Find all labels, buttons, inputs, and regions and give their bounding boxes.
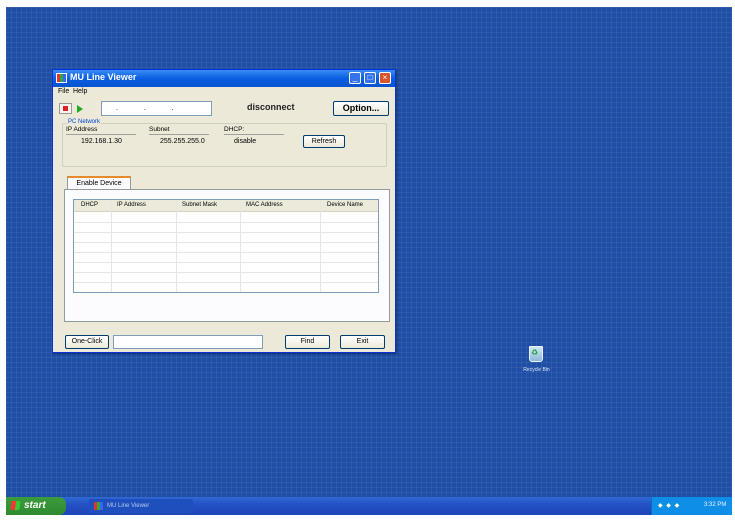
one-click-button[interactable]: One-Click: [65, 335, 109, 349]
title-bar[interactable]: MU Line Viewer _ □ ×: [53, 70, 395, 87]
pc-network-legend: PC Network: [67, 119, 102, 125]
find-button[interactable]: Find: [285, 335, 330, 349]
app-window: MU Line Viewer _ □ × File Help . . . dis…: [52, 69, 396, 353]
app-icon: [94, 502, 103, 510]
subnet-value: 255.255.255.0: [160, 138, 205, 145]
column-divider: [111, 200, 112, 292]
window-title: MU Line Viewer: [70, 72, 137, 82]
maximize-button[interactable]: □: [364, 72, 376, 84]
taskbar-item[interactable]: MU Line Viewer: [89, 499, 193, 513]
system-tray: ◆ ◆ ◆ 3:32 PM: [651, 497, 732, 515]
column-divider: [240, 200, 241, 292]
column-header-mac-address[interactable]: MAC Address: [246, 202, 283, 208]
taskbar: start MU Line Viewer ◆ ◆ ◆ 3:32 PM: [6, 497, 732, 515]
ip-address-label: IP Address: [66, 126, 98, 133]
minimize-button[interactable]: _: [349, 72, 361, 84]
dhcp-label: DHCP:: [224, 126, 245, 133]
dhcp-value: disable: [234, 138, 257, 145]
menu-file[interactable]: File: [58, 88, 69, 95]
one-click-input[interactable]: [113, 335, 263, 349]
menu-bar: File Help: [53, 87, 395, 98]
recycle-bin-icon[interactable]: [527, 344, 543, 362]
tray-icons[interactable]: ◆ ◆ ◆: [658, 502, 680, 509]
table-header: DHCP IP Address Subnet Mask MAC Address …: [74, 200, 378, 212]
ip-address-value: 192.168.1.30: [81, 138, 122, 145]
exit-button[interactable]: Exit: [340, 335, 385, 349]
toolbar: . . . disconnect Option...: [57, 100, 393, 118]
row-divider: [74, 242, 378, 243]
tab-panel: DHCP IP Address Subnet Mask MAC Address …: [64, 189, 390, 322]
pc-network-group: PC Network IP Address 192.168.1.30 Subne…: [62, 119, 387, 167]
column-divider: [320, 200, 321, 292]
row-divider: [74, 272, 378, 273]
column-header-device-name[interactable]: Device Name: [327, 202, 363, 208]
recycle-bin-label[interactable]: Recycle Bin: [509, 367, 564, 373]
divider: [224, 134, 284, 135]
menu-help[interactable]: Help: [73, 88, 87, 95]
desktop: MU Line Viewer _ □ × File Help . . . dis…: [6, 7, 732, 515]
taskbar-item-label: MU Line Viewer: [107, 503, 150, 509]
column-divider: [176, 200, 177, 292]
subnet-label: Subnet: [149, 126, 170, 133]
row-divider: [74, 262, 378, 263]
start-button[interactable]: start: [6, 497, 66, 515]
stop-icon[interactable]: [59, 103, 72, 114]
app-icon: [56, 73, 67, 83]
close-button[interactable]: ×: [379, 72, 391, 84]
row-divider: [74, 252, 378, 253]
option-button[interactable]: Option...: [333, 101, 389, 116]
divider: [149, 134, 209, 135]
column-header-subnet-mask[interactable]: Subnet Mask: [182, 202, 217, 208]
row-divider: [74, 282, 378, 283]
play-icon[interactable]: [74, 103, 87, 114]
row-divider: [74, 222, 378, 223]
ip-address-input[interactable]: . . .: [101, 101, 212, 116]
clock[interactable]: 3:32 PM: [704, 502, 726, 508]
refresh-button[interactable]: Refresh: [303, 135, 345, 148]
connection-status: disconnect: [247, 102, 295, 112]
device-table[interactable]: DHCP IP Address Subnet Mask MAC Address …: [73, 199, 379, 293]
divider: [66, 134, 136, 135]
tab-enable-device[interactable]: Enable Device: [67, 176, 131, 190]
column-header-dhcp[interactable]: DHCP: [81, 202, 98, 208]
row-divider: [74, 232, 378, 233]
column-header-ip-address[interactable]: IP Address: [117, 202, 146, 208]
